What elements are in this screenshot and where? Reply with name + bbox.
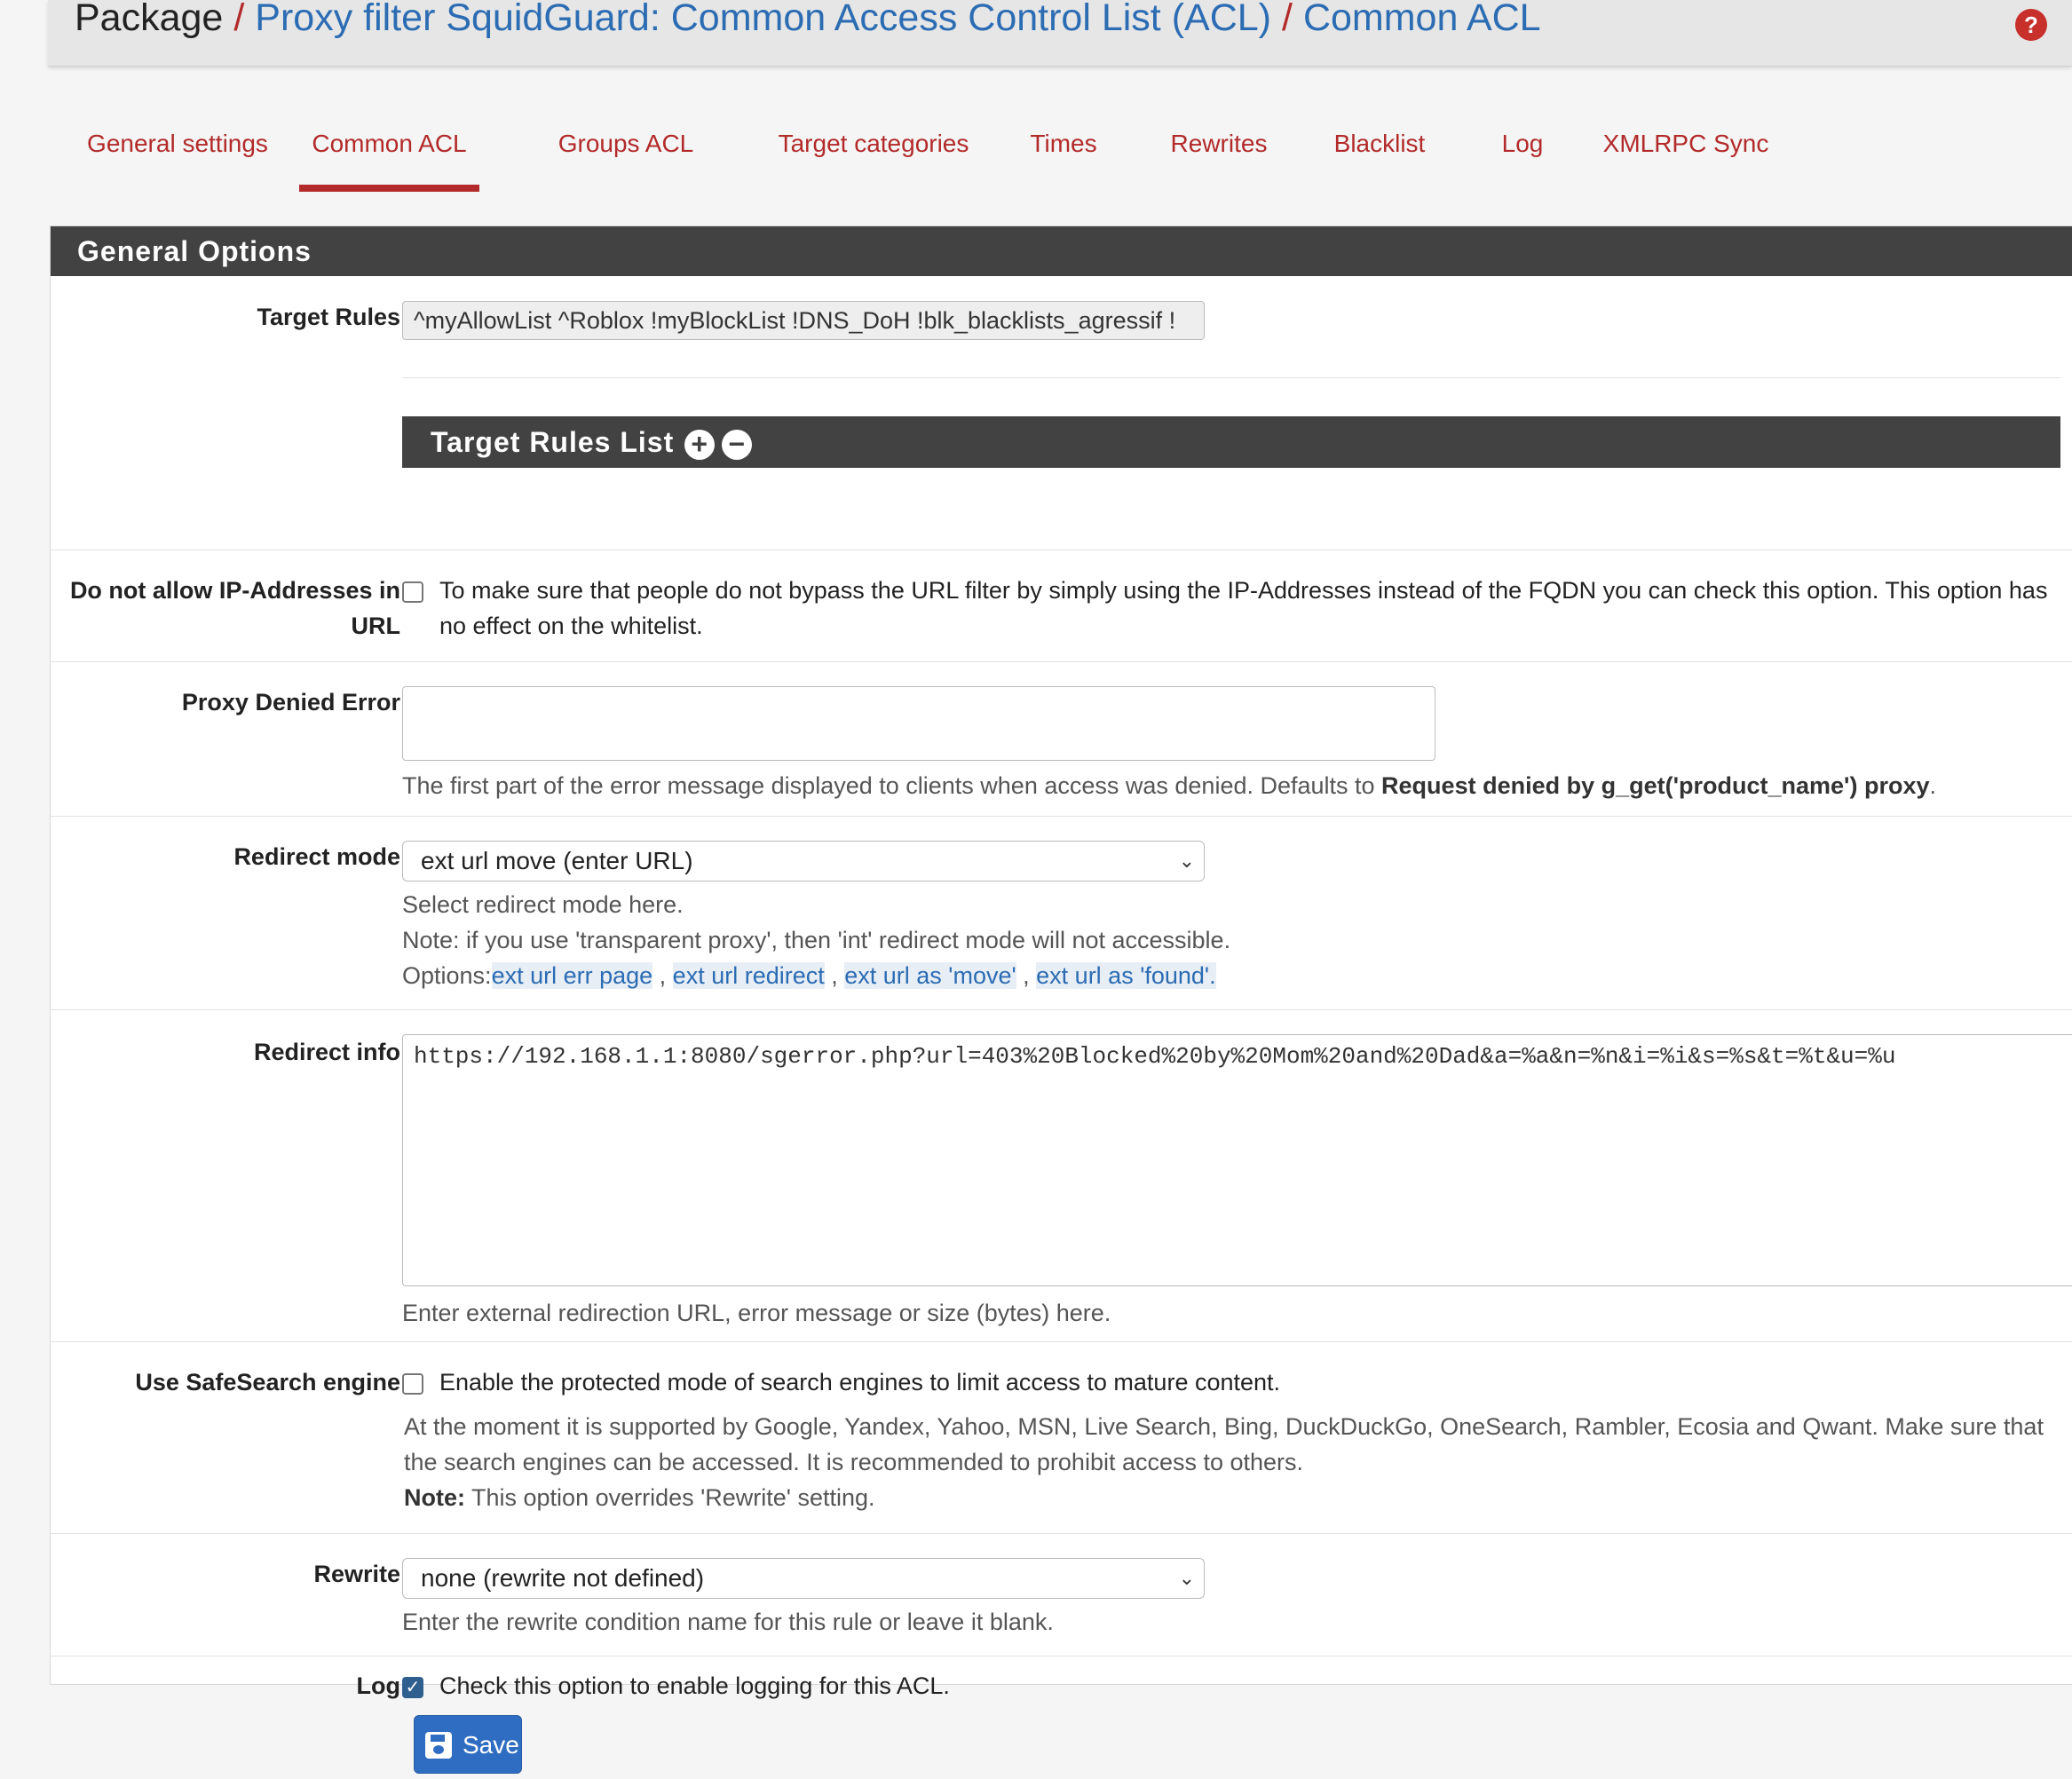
panel-heading: General Options xyxy=(51,226,2072,276)
proxy-denied-content: The first part of the error message disp… xyxy=(402,686,2062,810)
page-header: Package / Proxy filter SquidGuard: Common … xyxy=(48,0,2072,67)
proxy-denied-textarea[interactable] xyxy=(402,686,1435,761)
floppy-disk-icon xyxy=(425,1732,452,1759)
proxy-denied-label: Proxy Denied Error xyxy=(181,689,400,716)
rewrite-row: Rewrite none (rewrite not defined) ⌄ Ent… xyxy=(51,1533,2072,1656)
general-options-panel: General Options Target Rules ^myAllowLis… xyxy=(50,225,2072,1699)
target-rules-label: Target Rules xyxy=(257,304,400,330)
redirect-info-value: https://192.168.1.1:8080/sgerror.php?url… xyxy=(414,1043,1896,1070)
safesearch-note-label: Note: xyxy=(404,1484,465,1511)
safesearch-help: At the moment it is supported by Google,… xyxy=(404,1413,2044,1475)
tab-rewrites[interactable]: Rewrites xyxy=(1161,107,1277,185)
proxy-denied-help: The first part of the error message disp… xyxy=(402,768,1936,803)
redirect-mode-value: ext url move (enter URL) xyxy=(421,847,693,874)
chevron-down-icon: ⌄ xyxy=(1178,1567,1195,1589)
tab-common-acl[interactable]: Common ACL xyxy=(299,107,479,192)
rewrite-content: none (rewrite not defined) ⌄ Enter the r… xyxy=(402,1558,2062,1647)
save-label: Save xyxy=(463,1731,519,1759)
safesearch-text: Enable the protected mode of search engi… xyxy=(439,1369,1281,1396)
proxy-denied-help-default: Request denied by g_get('product_name') … xyxy=(1381,772,1930,799)
tab-general-settings[interactable]: General settings xyxy=(80,107,275,185)
rewrite-label: Rewrite xyxy=(313,1561,400,1587)
redirect-mode-content: ext url move (enter URL) ⌄ Select redire… xyxy=(402,841,2062,1000)
minus-circle-icon[interactable]: − xyxy=(722,429,753,460)
tab-blacklist[interactable]: Blacklist xyxy=(1326,107,1433,185)
log-text: Check this option to enable logging for … xyxy=(439,1672,950,1699)
tab-target-categories[interactable]: Target categories xyxy=(758,107,989,185)
safesearch-label: Use SafeSearch engine xyxy=(135,1369,400,1396)
redirect-mode-options: Options:ext url err page , ext url redir… xyxy=(402,962,1216,989)
rewrite-help: Enter the rewrite condition name for thi… xyxy=(402,1609,1054,1635)
no-ip-label: Do not allow IP-Addresses in URL xyxy=(69,577,400,639)
tab-bar: General settings Common ACL Groups ACL T… xyxy=(48,107,2072,192)
redirect-mode-label: Redirect mode xyxy=(233,843,400,870)
redirect-mode-help2: Note: if you use 'transparent proxy', th… xyxy=(402,927,1231,953)
log-row: Log ✓ Check this option to enable loggin… xyxy=(51,1656,2072,1727)
no-ip-text: To make sure that people do not bypass t… xyxy=(439,577,2048,639)
target-rules-list-title: Target Rules List xyxy=(431,426,675,458)
tab-times[interactable]: Times xyxy=(1019,107,1108,185)
log-checkbox[interactable]: ✓ xyxy=(402,1677,423,1698)
rewrite-select[interactable]: none (rewrite not defined) ⌄ xyxy=(402,1558,1205,1599)
redirect-info-help: Enter external redirection URL, error me… xyxy=(402,1300,1111,1326)
safesearch-note: Note: This option overrides 'Rewrite' se… xyxy=(404,1480,875,1515)
no-ip-content: To make sure that people do not bypass t… xyxy=(402,573,2062,652)
help-icon[interactable]: ? xyxy=(2015,9,2047,41)
option-ext-url-err-page[interactable]: ext url err page xyxy=(491,962,653,989)
breadcrumb-separator: / xyxy=(1281,0,1293,39)
redirect-info-label: Redirect info xyxy=(253,1039,400,1065)
target-rules-list-heading: Target Rules List + − xyxy=(402,416,2060,468)
breadcrumb-separator: / xyxy=(233,0,245,39)
divider xyxy=(402,377,2060,378)
no-ip-checkbox[interactable] xyxy=(402,581,423,603)
target-rules-row: Target Rules ^myAllowList ^Roblox !myBlo… xyxy=(51,276,2072,550)
safesearch-row: Use SafeSearch engine Enable the protect… xyxy=(51,1341,2072,1534)
redirect-mode-select[interactable]: ext url move (enter URL) ⌄ xyxy=(402,841,1205,882)
safesearch-checkbox[interactable] xyxy=(402,1373,423,1395)
rewrite-value: none (rewrite not defined) xyxy=(421,1564,705,1592)
proxy-denied-help-suffix: . xyxy=(1929,772,1937,799)
tab-xmlrpc-sync[interactable]: XMLRPC Sync xyxy=(1601,107,1770,185)
redirect-mode-help1: Select redirect mode here. xyxy=(402,891,684,918)
save-button[interactable]: Save xyxy=(414,1715,522,1774)
redirect-info-row: Redirect info https://192.168.1.1:8080/s… xyxy=(51,1009,2072,1342)
target-rules-input[interactable]: ^myAllowList ^Roblox !myBlockList !DNS_D… xyxy=(402,301,1205,340)
redirect-info-textarea[interactable]: https://192.168.1.1:8080/sgerror.php?url… xyxy=(402,1034,2072,1286)
proxy-denied-help-prefix: The first part of the error message disp… xyxy=(402,772,1382,799)
proxy-denied-row: Proxy Denied Error The first part of the… xyxy=(51,661,2072,817)
breadcrumb: Package / Proxy filter SquidGuard: Common … xyxy=(75,0,1541,43)
plus-circle-icon[interactable]: + xyxy=(684,429,716,460)
breadcrumb-link-common-acl[interactable]: Common ACL xyxy=(1303,0,1541,39)
option-ext-url-redirect[interactable]: ext url redirect xyxy=(672,962,825,989)
safesearch-content: Enable the protected mode of search engi… xyxy=(402,1364,2062,1524)
option-ext-url-move[interactable]: ext url as 'move' xyxy=(844,962,1016,989)
breadcrumb-package: Package xyxy=(75,0,224,39)
options-label: Options: xyxy=(402,962,492,989)
option-ext-url-found[interactable]: ext url as 'found'. xyxy=(1036,962,1216,989)
breadcrumb-link-acl[interactable]: Proxy filter SquidGuard: Common Access C… xyxy=(255,0,1271,39)
safesearch-note-text: This option overrides 'Rewrite' setting. xyxy=(465,1484,875,1511)
redirect-info-content: https://192.168.1.1:8080/sgerror.php?url… xyxy=(402,1034,2072,1336)
log-content: ✓ Check this option to enable logging fo… xyxy=(402,1668,2062,1712)
tab-log[interactable]: Log xyxy=(1491,107,1554,185)
target-rules-content: ^myAllowList ^Roblox !myBlockList !DNS_D… xyxy=(402,301,2062,541)
no-ip-row: Do not allow IP-Addresses in URL To make… xyxy=(51,550,2072,662)
chevron-down-icon: ⌄ xyxy=(1178,850,1195,872)
log-label: Log xyxy=(356,1672,400,1699)
tab-groups-acl[interactable]: Groups ACL xyxy=(550,107,701,185)
redirect-mode-row: Redirect mode ext url move (enter URL) ⌄… xyxy=(51,816,2072,1010)
